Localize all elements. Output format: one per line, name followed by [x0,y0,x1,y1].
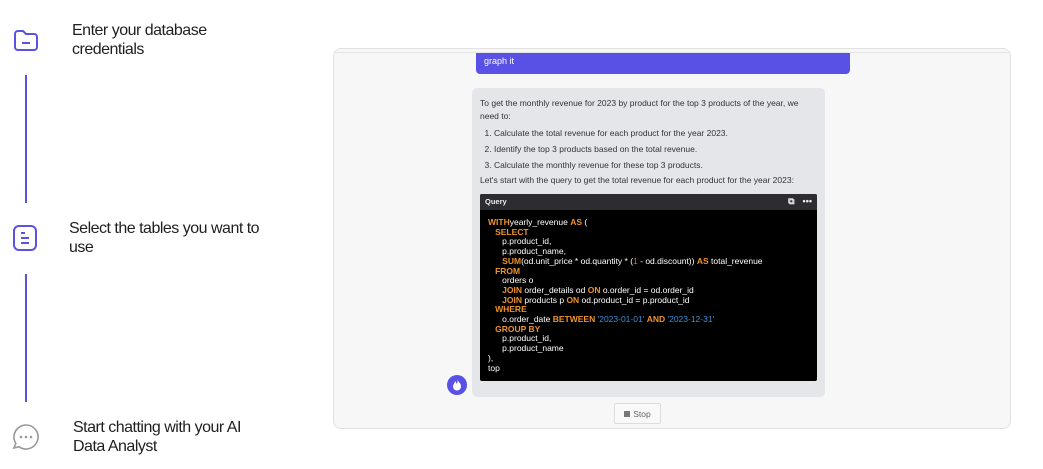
code-token: orders o [488,275,534,286]
code-token: od.product_id = p.product_id [579,294,690,305]
stop-button[interactable]: Stop [614,403,661,424]
code-token: ( [582,217,588,227]
code-token: o.order_id = od.order_id [600,284,694,295]
document-icon [13,225,37,251]
assistant-avatar-flame-icon [447,375,467,395]
code-token: SUM [502,255,522,266]
code-block: Query ⧉ ••• WITHyearly_revenue AS ( SELEC… [480,194,817,381]
sql-code: WITHyearly_revenue AS ( SELECT p.product… [480,210,817,381]
step-chat: Start chatting with your AI Data Analyst [0,417,290,462]
code-token: ), [488,352,494,363]
code-token: AND [646,314,666,325]
code-token: ON [566,294,580,305]
chat-panel: graph it To get the monthly revenue for … [333,48,1011,429]
code-header: Query ⧉ ••• [480,194,817,210]
code-token: p.product_name [488,343,564,354]
code-token: BETWEEN [552,314,596,325]
step-connector [25,274,27,402]
code-token: '2023-01-01' [595,314,647,325]
step-tables: Select the tables you want to use [0,218,290,263]
folder-icon [14,30,38,51]
code-line: top [488,362,809,374]
step-label: Enter your database credentials [72,22,207,58]
more-icon[interactable]: ••• [803,196,812,207]
code-token: JOIN [502,294,523,305]
code-token: GROUP BY [495,323,541,334]
code-token: '2023-12-31' [665,314,715,325]
code-token: FROM [495,265,521,276]
code-line: WITHyearly_revenue AS ( [488,217,809,228]
code-token: - od.discount)) [637,255,697,266]
code-token: yearly_revenue [509,217,571,227]
step-connector [25,75,27,203]
code-token: o.order_date [488,314,553,325]
assistant-message: To get the monthly revenue for 2023 by p… [472,88,825,397]
assistant-steps: Calculate the total revenue for each pro… [494,125,817,173]
stop-label: Stop [633,408,651,419]
code-token: WITH [488,217,510,227]
code-token: top [488,362,500,373]
step-credentials: Enter your database credentials [0,20,290,65]
code-line: JOIN products p ON od.product_id = p.pro… [488,294,809,306]
code-line: p.product_name [488,343,809,354]
code-token: products p [522,294,567,305]
chat-icon [12,424,39,450]
step-label: Start chatting with your AI Data Analyst [73,419,241,455]
list-item: Identify the top 3 products based on the… [494,141,817,157]
code-token: JOIN [502,284,523,295]
stop-icon [624,410,631,417]
code-token: ON [587,284,601,295]
code-token: p.product_name, [488,246,566,257]
code-line: ), [488,352,809,364]
code-title: Query [485,197,507,206]
step-label: Select the tables you want to use [69,220,260,256]
code-token: AS [570,217,583,227]
user-message: graph it [476,53,850,74]
code-token: SELECT [495,226,529,237]
assistant-outro: Let's start with the query to get the to… [480,175,794,185]
code-token: p.product_id, [488,333,552,344]
code-token: (od.unit_price * od.quantity * ( [521,255,634,266]
copy-icon[interactable]: ⧉ [788,196,794,207]
list-item: Calculate the monthly revenue for these … [494,157,817,173]
code-token: order_details od [522,284,588,295]
code-line: SUM(od.unit_price * od.quantity * (1 - o… [488,255,809,267]
code-token: total_revenue [708,255,763,266]
code-line: FROM [488,265,809,277]
code-token: WHERE [495,304,527,315]
code-token: AS [696,255,709,266]
code-token: p.product_id, [488,236,552,247]
list-item: Calculate the total revenue for each pro… [494,125,817,141]
assistant-intro: To get the monthly revenue for 2023 by p… [480,98,799,121]
